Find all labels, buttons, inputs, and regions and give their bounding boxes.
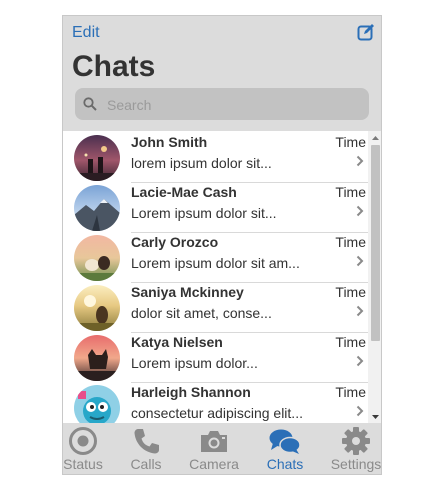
- chevron-right-icon: [356, 405, 364, 417]
- camera-icon: [201, 431, 227, 452]
- scrollbar[interactable]: [368, 131, 382, 424]
- page-title: Chats: [72, 50, 156, 83]
- scroll-up-arrow-icon[interactable]: [368, 133, 382, 143]
- message-preview: consectetur adipiscing elit...: [131, 405, 303, 421]
- timestamp: Time: [335, 234, 366, 250]
- chat-row-carly-orozco[interactable]: Carly Orozco Lorem ipsum dolor sit am...…: [63, 233, 368, 283]
- chevron-right-icon: [356, 355, 364, 367]
- chevron-right-icon: [356, 155, 364, 167]
- avatar: [74, 285, 120, 331]
- tab-settings[interactable]: Settings: [324, 423, 382, 474]
- gear-icon: [342, 427, 370, 455]
- timestamp: Time: [335, 284, 366, 300]
- chat-list: John Smith lorem ipsum dolor sit... Time…: [63, 131, 368, 424]
- avatar: [74, 385, 120, 424]
- scroll-down-arrow-icon[interactable]: [368, 412, 382, 422]
- avatar: [74, 335, 120, 381]
- phone-icon: [134, 429, 159, 454]
- chat-row-lacie-mae-cash[interactable]: Lacie-Mae Cash Lorem ipsum dolor sit... …: [63, 183, 368, 233]
- chevron-right-icon: [356, 255, 364, 267]
- header: Edit Chats: [63, 16, 381, 131]
- timestamp: Time: [335, 184, 366, 200]
- message-preview: Lorem ipsum dolor sit am...: [131, 255, 300, 271]
- avatar: [74, 185, 120, 231]
- chat-row-john-smith[interactable]: John Smith lorem ipsum dolor sit... Time: [63, 133, 368, 183]
- chevron-right-icon: [356, 205, 364, 217]
- chat-row-harleigh-shannon[interactable]: Harleigh Shannon consectetur adipiscing …: [63, 383, 368, 424]
- tab-status[interactable]: Status: [63, 423, 115, 474]
- chevron-right-icon: [356, 305, 364, 317]
- tab-calls[interactable]: Calls: [114, 423, 178, 474]
- tab-bar: Status Calls Camera Chats Settings: [63, 423, 381, 474]
- contact-name: John Smith: [131, 134, 208, 150]
- tab-label: Calls: [130, 456, 162, 472]
- tab-label: Status: [63, 456, 103, 472]
- message-preview: dolor sit amet, conse...: [131, 305, 272, 321]
- message-preview: lorem ipsum dolor sit...: [131, 155, 272, 171]
- edit-button[interactable]: Edit: [72, 24, 100, 42]
- avatar: [74, 135, 120, 181]
- message-preview: Lorem ipsum dolor...: [131, 355, 258, 371]
- avatar: [74, 235, 120, 281]
- contact-name: Katya Nielsen: [131, 334, 223, 350]
- timestamp: Time: [335, 384, 366, 400]
- contact-name: Carly Orozco: [131, 234, 219, 250]
- tab-label: Chats: [266, 456, 304, 472]
- chat-row-saniya-mckinney[interactable]: Saniya Mckinney dolor sit amet, conse...…: [63, 283, 368, 333]
- contact-name: Lacie-Mae Cash: [131, 184, 237, 200]
- chat-bubbles-icon: [269, 429, 301, 454]
- chat-row-katya-nielsen[interactable]: Katya Nielsen Lorem ipsum dolor... Time: [63, 333, 368, 383]
- timestamp: Time: [335, 334, 366, 350]
- search-icon: [83, 97, 97, 111]
- scrollbar-thumb[interactable]: [371, 145, 380, 341]
- status-icon: [69, 427, 97, 455]
- compose-icon[interactable]: [357, 23, 375, 41]
- contact-name: Saniya Mckinney: [131, 284, 244, 300]
- tab-label: Camera: [189, 456, 239, 472]
- timestamp: Time: [335, 134, 366, 150]
- tab-label: Settings: [330, 456, 382, 472]
- tab-camera[interactable]: Camera: [182, 423, 246, 474]
- contact-name: Harleigh Shannon: [131, 384, 251, 400]
- phone-screen: Edit Chats Search John Smith lorem ipsum…: [62, 15, 382, 475]
- search-input[interactable]: [105, 93, 359, 117]
- tab-chats[interactable]: Chats: [253, 423, 317, 474]
- message-preview: Lorem ipsum dolor sit...: [131, 205, 277, 221]
- search-bar[interactable]: [75, 88, 369, 120]
